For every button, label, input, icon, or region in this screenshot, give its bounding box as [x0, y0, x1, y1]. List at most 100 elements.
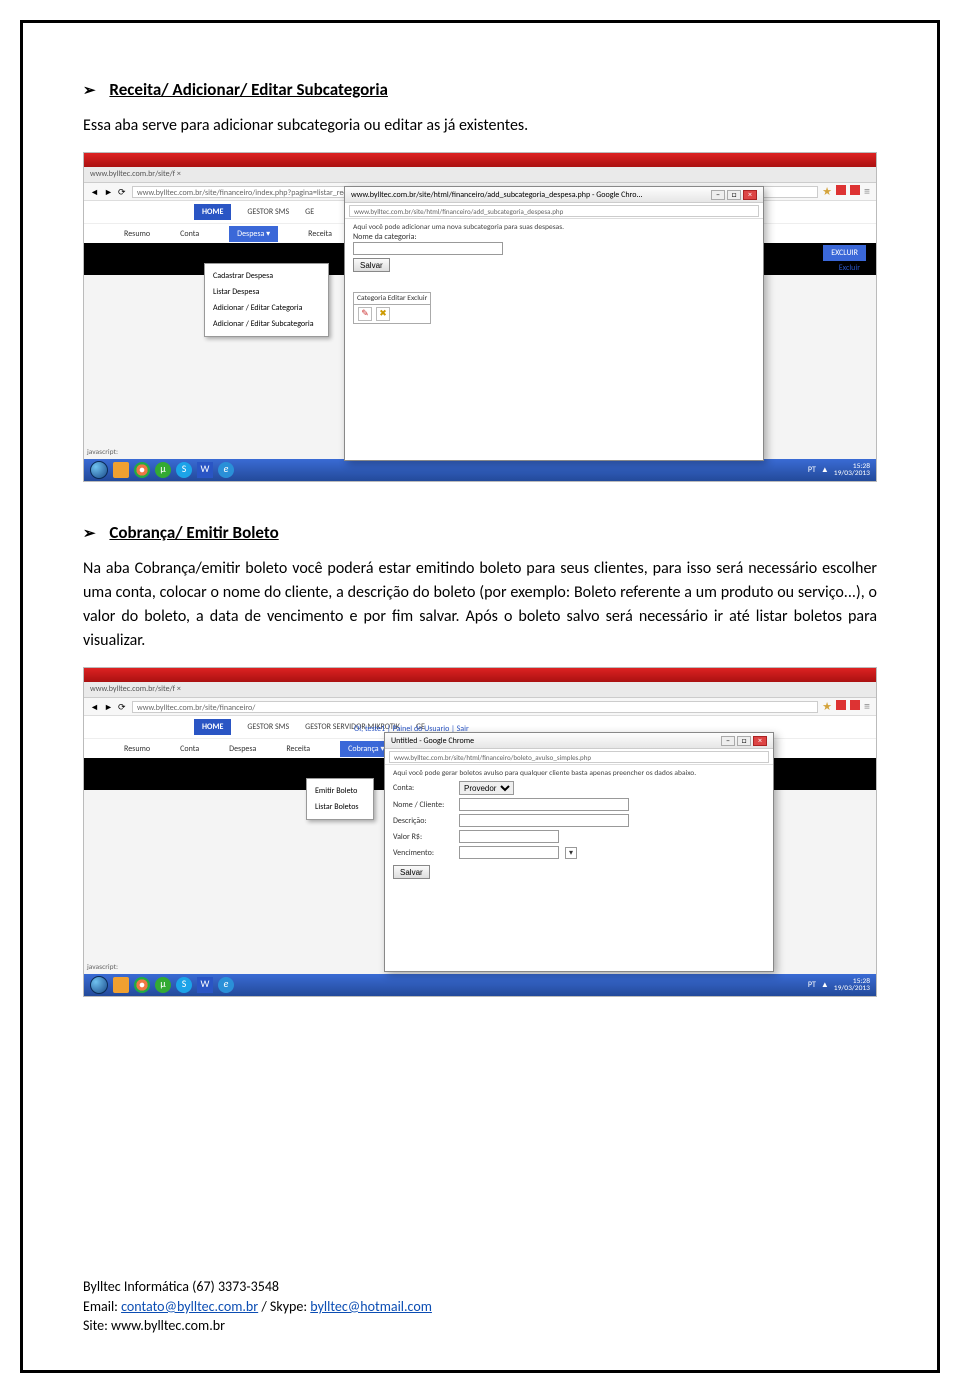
popup-close-icon[interactable]: ×	[753, 736, 767, 746]
subnav-resumo[interactable]: Resumo	[124, 744, 150, 754]
dropdown-add-categoria[interactable]: Adicionar / Editar Categoria	[205, 300, 328, 316]
calendar-icon[interactable]: ▾	[565, 847, 577, 859]
popup-url-input[interactable]: www.bylltec.com.br/site/html/financeiro/…	[389, 751, 769, 763]
subnav-despesa[interactable]: Despesa	[229, 744, 256, 754]
nome-label: Nome / Cliente:	[393, 800, 453, 810]
forward-icon[interactable]: ►	[104, 187, 114, 197]
extension-icon-2[interactable]	[850, 700, 860, 710]
popup-close-icon[interactable]: ×	[743, 190, 757, 200]
browser-tab[interactable]: www.bylltec.com.br/site/f ×	[90, 169, 181, 179]
categoria-table-header: Categoria Editar Excluir	[354, 293, 430, 305]
dropdown-listar-despesa[interactable]: Listar Despesa	[205, 284, 328, 300]
browser-status: javascript:	[87, 448, 118, 457]
windows-taskbar: µ S W e PT ▲ 15:28 19/03/2013	[84, 974, 876, 996]
taskbar-lang[interactable]: PT	[808, 465, 816, 475]
popup-message: Aqui você pode gerar boletos avulso para…	[393, 769, 765, 778]
back-icon[interactable]: ◄	[90, 702, 100, 712]
conta-select[interactable]: Provedor	[459, 781, 514, 795]
nav-gestor-sms[interactable]: GESTOR SMS	[247, 207, 289, 217]
extension-icon-2[interactable]	[850, 185, 860, 195]
reload-icon[interactable]: ⟳	[118, 702, 128, 712]
nome-categoria-input[interactable]	[353, 242, 503, 255]
taskbar-utorrent-icon[interactable]: µ	[155, 977, 171, 993]
popup-url-input[interactable]: www.bylltec.com.br/site/html/financeiro/…	[349, 205, 759, 217]
section2-heading: Cobrança/ Emitir Boleto	[109, 522, 278, 543]
extension-icon[interactable]	[836, 700, 846, 710]
taskbar-flag-icon[interactable]: ▲	[821, 465, 829, 475]
dropdown-add-subcategoria[interactable]: Adicionar / Editar Subcategoria	[205, 316, 328, 332]
form-row-descricao: Descrição:	[393, 814, 765, 827]
subnav-conta[interactable]: Conta	[180, 229, 199, 239]
taskbar-lang[interactable]: PT	[808, 980, 816, 990]
star-icon[interactable]: ★	[822, 700, 832, 714]
taskbar-chrome-icon[interactable]	[134, 977, 150, 993]
start-button-icon[interactable]	[90, 976, 108, 994]
popup-maximize-icon[interactable]: □	[737, 736, 751, 746]
subnav-receita[interactable]: Receita	[308, 229, 332, 239]
taskbar-clock[interactable]: 15:28 19/03/2013	[834, 463, 870, 478]
taskbar-chrome-icon[interactable]	[134, 462, 150, 478]
addressbar-actions: ★ ≡	[822, 185, 870, 199]
subnav-despesa[interactable]: Despesa ▾	[229, 226, 278, 242]
conta-label: Conta:	[393, 783, 453, 793]
nav-home[interactable]: HOME	[194, 204, 231, 220]
footer-line2: Email: contato@bylltec.com.br / Skype: b…	[83, 1297, 432, 1317]
descricao-label: Descrição:	[393, 816, 453, 826]
nav-gestor-sms[interactable]: GESTOR SMS	[247, 722, 289, 732]
taskbar-word-icon[interactable]: W	[197, 977, 213, 993]
taskbar-utorrent-icon[interactable]: µ	[155, 462, 171, 478]
dropdown-listar-boletos[interactable]: Listar Boletos	[307, 799, 373, 815]
footer-skype-link[interactable]: bylltec@hotmail.com	[310, 1298, 432, 1315]
back-icon[interactable]: ◄	[90, 187, 100, 197]
subnav-conta[interactable]: Conta	[180, 744, 199, 754]
popup-maximize-icon[interactable]: □	[727, 190, 741, 200]
popup-minimize-icon[interactable]: –	[721, 736, 735, 746]
subnav-receita[interactable]: Receita	[286, 744, 310, 754]
taskbar-skype-icon[interactable]: S	[176, 462, 192, 478]
screenshot-1: www.bylltec.com.br/site/f × ◄ ► ⟳ www.by…	[83, 152, 877, 482]
browser-tabstrip: www.bylltec.com.br/site/f ×	[84, 682, 876, 698]
excluir-link[interactable]: Excluir	[839, 263, 860, 273]
popup-titlebar: Untitled - Google Chrome – □ ×	[385, 733, 773, 749]
dropdown-cadastrar-despesa[interactable]: Cadastrar Despesa	[205, 268, 328, 284]
excluir-tab[interactable]: EXCLUIR	[823, 245, 866, 261]
forward-icon[interactable]: ►	[104, 702, 114, 712]
subnav-despesa-label: Despesa	[237, 229, 264, 239]
categoria-table-row: ✎ ✖	[354, 305, 430, 323]
taskbar-clock[interactable]: 15:28 19/03/2013	[834, 978, 870, 993]
taskbar-ie-icon[interactable]: e	[218, 462, 234, 478]
vencimento-input[interactable]	[459, 846, 559, 859]
valor-input[interactable]	[459, 830, 559, 843]
section2-body: Na aba Cobrança/emitir boleto você poder…	[83, 557, 877, 653]
dropdown-emitir-boleto[interactable]: Emitir Boleto	[307, 783, 373, 799]
taskbar-app-icon[interactable]	[113, 977, 129, 993]
delete-icon[interactable]: ✖	[376, 307, 390, 321]
taskbar-flag-icon[interactable]: ▲	[821, 980, 829, 990]
taskbar-word-icon[interactable]: W	[197, 462, 213, 478]
taskbar-date: 19/03/2013	[834, 985, 870, 993]
windows-taskbar: µ S W e PT ▲ 15:28 19/03/2013	[84, 459, 876, 481]
nav-home[interactable]: HOME	[194, 719, 231, 735]
nome-input[interactable]	[459, 798, 629, 811]
footer-email-link[interactable]: contato@bylltec.com.br	[121, 1298, 258, 1315]
form-row-conta: Conta: Provedor	[393, 781, 765, 795]
nav-item-truncated[interactable]: GE	[305, 207, 314, 217]
subnav-resumo[interactable]: Resumo	[124, 229, 150, 239]
taskbar-app-icon[interactable]	[113, 462, 129, 478]
popup-minimize-icon[interactable]: –	[711, 190, 725, 200]
salvar-button[interactable]: Salvar	[353, 258, 390, 272]
hamburger-icon[interactable]: ≡	[864, 185, 870, 199]
browser-tab[interactable]: www.bylltec.com.br/site/f ×	[90, 684, 181, 694]
hamburger-icon[interactable]: ≡	[864, 700, 870, 714]
start-button-icon[interactable]	[90, 461, 108, 479]
categoria-table: Categoria Editar Excluir ✎ ✖	[353, 292, 431, 324]
taskbar-skype-icon[interactable]: S	[176, 977, 192, 993]
taskbar-ie-icon[interactable]: e	[218, 977, 234, 993]
url-input[interactable]: www.bylltec.com.br/site/financeiro/	[132, 701, 818, 713]
reload-icon[interactable]: ⟳	[118, 187, 128, 197]
star-icon[interactable]: ★	[822, 185, 832, 199]
extension-icon[interactable]	[836, 185, 846, 195]
descricao-input[interactable]	[459, 814, 629, 827]
salvar-button[interactable]: Salvar	[393, 865, 430, 879]
edit-icon[interactable]: ✎	[358, 307, 372, 321]
